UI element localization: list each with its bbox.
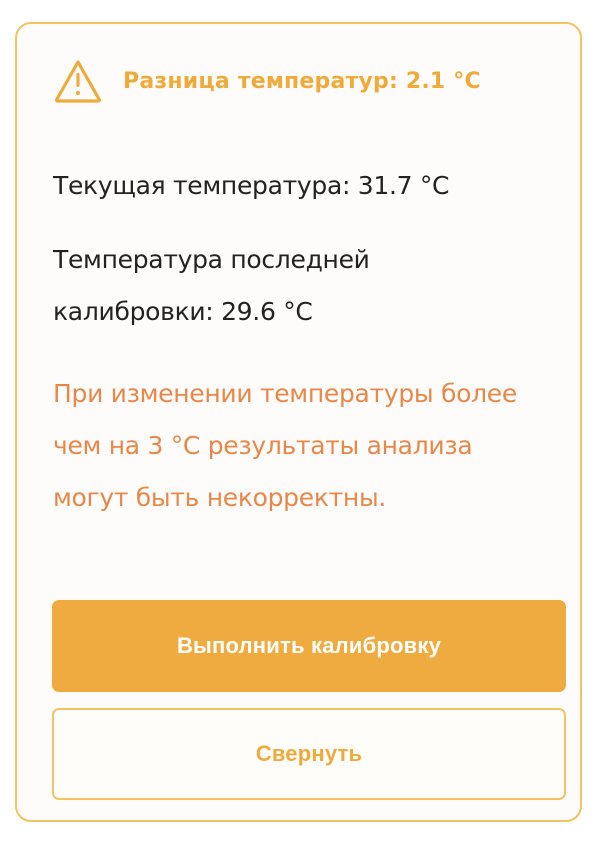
last-calibration-temperature-text: Температура последней калибровки: 29.6 °…: [53, 245, 370, 326]
alert-header: Разница температур: 2.1 °C: [53, 58, 481, 104]
warning-message: При изменении температуры более чем на 3…: [53, 379, 517, 512]
temperature-difference-title: Разница температур: 2.1 °C: [123, 68, 481, 94]
temperature-alert-card: Разница температур: 2.1 °C Текущая темпе…: [15, 22, 582, 822]
current-temperature-text: Текущая температура: 31.7 °C: [53, 171, 450, 200]
warning-triangle-icon: [55, 60, 101, 103]
calibrate-button[interactable]: Выполнить калибровку: [52, 600, 566, 692]
collapse-button[interactable]: Свернуть: [52, 708, 566, 800]
